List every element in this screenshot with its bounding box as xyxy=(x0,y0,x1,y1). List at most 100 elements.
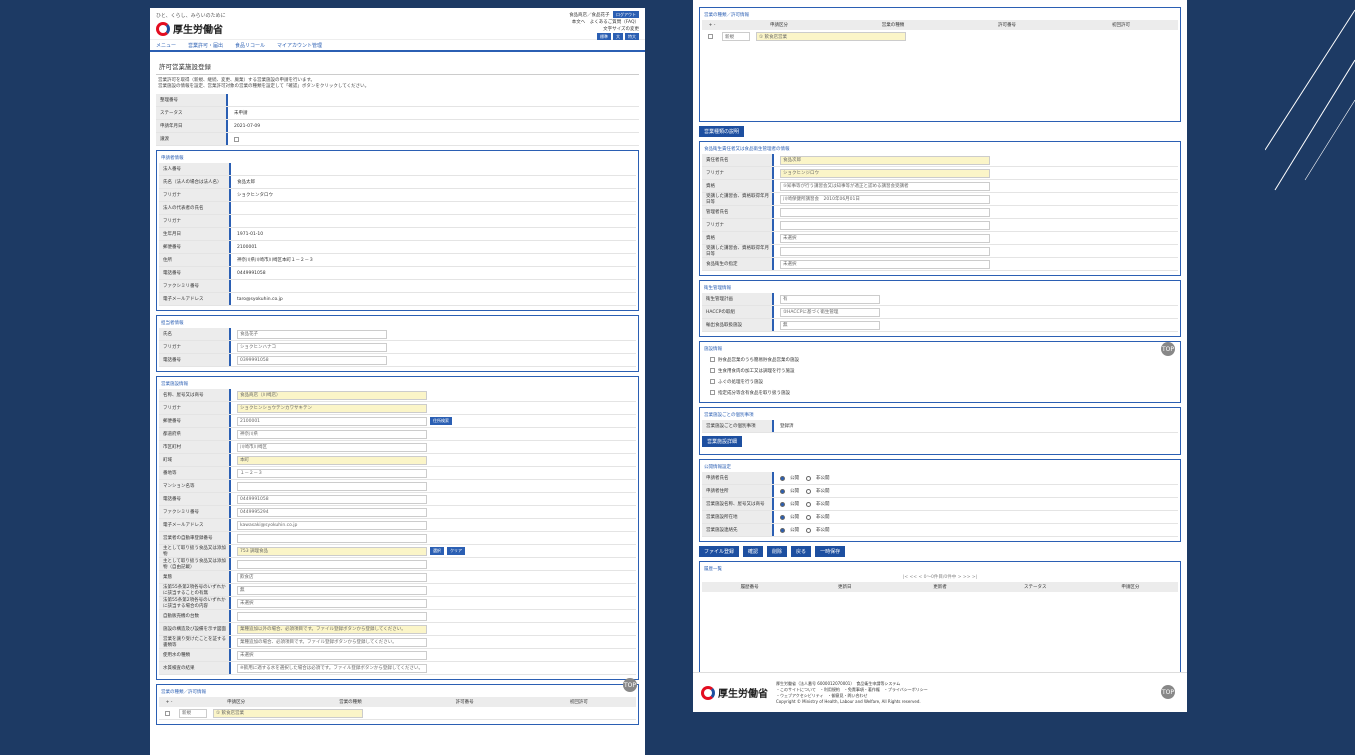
form-row: 水質検査の結果 ※飲用に適する水を選択した場合は必須です。ファイル登録ボタンから登… xyxy=(159,662,636,675)
field-input[interactable]: １－２－３ xyxy=(237,468,427,478)
field-input[interactable]: 未選択 xyxy=(237,650,427,660)
nav-account[interactable]: マイアカウント管理 xyxy=(277,42,322,49)
pager[interactable]: |< << < 0～0件目/0件中 > >> >| xyxy=(702,574,1178,582)
field-label: 使用水の種類 xyxy=(159,649,231,661)
field-input[interactable]: ショクヒンショウテンカワサキテン xyxy=(237,403,427,413)
footer-logo[interactable]: 厚生労働省 xyxy=(701,685,768,700)
field-input[interactable] xyxy=(237,533,427,543)
field-label: 番地等 xyxy=(159,467,231,479)
clear-button[interactable]: クリア xyxy=(447,547,465,555)
field-input[interactable]: ショクヒンハナコ xyxy=(237,342,387,352)
row-checkbox[interactable] xyxy=(708,34,713,39)
kind-select[interactable]: ① 飲食店営業 xyxy=(756,32,906,41)
kind-select[interactable]: ① 飲食店営業 xyxy=(213,708,363,718)
field-input[interactable]: 本町 xyxy=(237,455,427,465)
field-input[interactable]: 無 xyxy=(237,585,427,595)
kind-explain-button[interactable]: 営業種類の説明 xyxy=(699,126,745,137)
public-radio[interactable] xyxy=(780,501,785,507)
field-input[interactable]: 食品商店（川崎店） xyxy=(237,390,427,400)
checkbox[interactable] xyxy=(710,379,715,384)
field-input[interactable]: 飲食店 xyxy=(237,572,427,582)
field-input[interactable]: 2100001 xyxy=(237,416,427,426)
size-large-button[interactable]: 大 xyxy=(613,33,623,40)
page-top-button[interactable]: TOP xyxy=(623,678,637,692)
field-input[interactable]: 川崎市川崎区 xyxy=(237,442,427,452)
private-radio[interactable] xyxy=(806,488,811,494)
top-label: TOP xyxy=(1161,345,1174,353)
logout-button[interactable]: ログアウト xyxy=(613,11,639,18)
value: 未申請 xyxy=(234,111,248,116)
field-input[interactable]: 食品花子 xyxy=(237,329,387,339)
field-input[interactable]: ⑤知事等が行う講習会又は知事等が適正と認める講習会受講者 xyxy=(780,181,990,191)
nav-menu[interactable]: メニュー xyxy=(156,42,176,49)
form-row: ファクシミリ番号 0449995294 xyxy=(159,506,636,519)
page-top-button[interactable]: TOP xyxy=(1161,685,1175,699)
size-xlarge-button[interactable]: 特大 xyxy=(625,33,639,40)
private-radio[interactable] xyxy=(806,527,811,533)
form-row: 責任者氏名 食品次郎 xyxy=(702,154,1178,167)
facility-checkbox-row[interactable]: 指定成分等含有食品を取り扱う施設 xyxy=(702,387,1178,398)
field-input[interactable]: 未選択 xyxy=(237,598,427,608)
checkbox[interactable] xyxy=(710,357,715,362)
field-input[interactable]: 0399991058 xyxy=(237,355,387,365)
facility-checkbox-row[interactable]: 生食用食肉の加工又は調理を行う施設 xyxy=(702,365,1178,376)
field-input[interactable]: 753 調理食品 xyxy=(237,546,427,556)
public-radio[interactable] xyxy=(780,475,785,481)
nav-recall[interactable]: 食品リコール xyxy=(235,42,265,49)
file-register-button[interactable]: ファイル登録 xyxy=(699,546,740,557)
field-input[interactable]: 0449995294 xyxy=(237,507,427,517)
temp-save-button[interactable]: 一時保存 xyxy=(815,546,846,557)
kubun-select[interactable]: 新規 xyxy=(179,708,207,718)
field-input[interactable] xyxy=(237,481,427,491)
row-checkbox[interactable] xyxy=(165,710,170,716)
field-input[interactable]: 未選択 xyxy=(780,259,990,269)
add-row-button[interactable]: + - xyxy=(702,23,722,28)
field-input[interactable]: 0449991058 xyxy=(237,494,427,504)
field-input[interactable] xyxy=(780,246,990,256)
field-input[interactable]: ②HACCPに基づく衛生管理 xyxy=(780,307,880,317)
field-input[interactable] xyxy=(780,207,990,217)
kubun-select[interactable]: 新規 xyxy=(722,32,750,41)
checkbox[interactable] xyxy=(710,368,715,373)
select-button[interactable]: 選択 xyxy=(430,547,444,555)
field-input[interactable] xyxy=(237,559,427,569)
field-input[interactable]: 神奈川県 xyxy=(237,429,427,439)
confirm-button[interactable]: 確認 xyxy=(743,546,764,557)
facility-detail-button[interactable]: 営業施設詳細 xyxy=(702,436,743,447)
facility-checkbox-row[interactable]: ふぐの処理を行う施設 xyxy=(702,376,1178,387)
checkbox[interactable] xyxy=(710,390,715,395)
public-radio[interactable] xyxy=(780,527,785,533)
header-links[interactable]: 本文へ よくあるご質問（FAQ） xyxy=(569,19,639,26)
back-button[interactable]: 戻る xyxy=(791,546,812,557)
page-top-button[interactable]: TOP xyxy=(1161,342,1175,356)
footer-links[interactable]: ・このサイトについて ・利用規約 ・免責事項・著作権 ・プライバシーポリシー xyxy=(776,687,928,693)
mhlw-logo[interactable]: 厚生労働省 xyxy=(156,21,223,36)
size-std-button[interactable]: 標準 xyxy=(597,33,611,40)
field-input[interactable]: 川崎保健所講習会 2010年06月01日 xyxy=(780,194,990,204)
postal-search-button[interactable]: 住所検索 xyxy=(430,417,452,425)
field-input[interactable]: 有 xyxy=(780,294,880,304)
private-radio[interactable] xyxy=(806,475,811,481)
field-input[interactable]: ショクヒンジロウ xyxy=(780,168,990,178)
public-radio[interactable] xyxy=(780,514,785,520)
field-input[interactable]: 未選択 xyxy=(780,233,990,243)
facility-checkbox-row[interactable]: 貯食品営業のうち簡易貯食品営業の施設 xyxy=(702,354,1178,365)
field-input[interactable]: kawasaki@syokuhin.co.jp xyxy=(237,520,427,530)
public-label: 公開 xyxy=(790,476,799,481)
checkbox-label: 生食用食肉の加工又は調理を行う施設 xyxy=(718,368,795,374)
field-input[interactable]: 食品次郎 xyxy=(780,155,990,165)
field-input[interactable]: 業種追加以外の場合、必須項目です。ファイル登録ボタンから登録してください。 xyxy=(237,624,427,634)
field-input[interactable]: ※飲用に適する水を選択した場合は必須です。ファイル登録ボタンから登録してください… xyxy=(237,663,427,673)
nav-permit[interactable]: 営業許可・届出 xyxy=(188,42,223,49)
field-input[interactable] xyxy=(780,220,990,230)
field-input[interactable] xyxy=(237,611,427,621)
private-radio[interactable] xyxy=(806,514,811,520)
public-radio[interactable] xyxy=(780,488,785,494)
delete-button[interactable]: 削除 xyxy=(767,546,788,557)
field-input[interactable]: 無 xyxy=(780,320,880,330)
field-input[interactable]: 業種追加の場合、必須項目です。ファイル登録ボタンから登録してください。 xyxy=(237,637,427,647)
add-row-button[interactable]: + - xyxy=(159,700,179,705)
kind-row: 新規 ① 飲食店営業 xyxy=(702,30,1178,43)
transfer-checkbox[interactable] xyxy=(234,136,239,142)
private-radio[interactable] xyxy=(806,501,811,507)
